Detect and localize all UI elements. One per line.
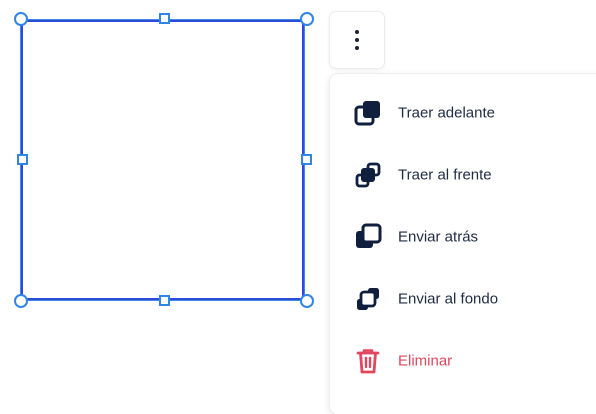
- resize-handle-top-left[interactable]: [14, 12, 28, 26]
- kebab-vertical-icon: [355, 30, 359, 50]
- menu-item-bring-forward[interactable]: Traer adelante: [330, 90, 596, 136]
- bring-forward-icon: [354, 101, 380, 126]
- menu-item-send-backward[interactable]: Enviar atrás: [330, 214, 596, 260]
- trash-icon: [356, 349, 380, 374]
- editor-canvas[interactable]: Traer adelante Traer al frente Enviar at…: [0, 0, 596, 414]
- menu-item-send-to-back[interactable]: Enviar al fondo: [330, 276, 596, 322]
- more-options-button[interactable]: [330, 12, 384, 68]
- menu-item-label: Enviar atrás: [398, 228, 479, 246]
- send-to-back-icon: [357, 288, 379, 310]
- send-backward-icon: [356, 223, 382, 248]
- menu-item-bring-to-front[interactable]: Traer al frente: [330, 152, 596, 198]
- resize-handle-bottom-right[interactable]: [300, 294, 314, 308]
- resize-handle-left[interactable]: [17, 154, 28, 165]
- resize-handle-top-right[interactable]: [300, 12, 314, 26]
- menu-item-delete[interactable]: Eliminar: [330, 338, 596, 384]
- menu-item-label: Traer adelante: [398, 104, 496, 122]
- menu-item-label: Eliminar: [398, 352, 453, 370]
- resize-handle-right[interactable]: [301, 154, 312, 165]
- bring-to-front-icon: [355, 162, 381, 188]
- resize-handle-bottom[interactable]: [159, 295, 170, 306]
- resize-handle-top[interactable]: [159, 13, 170, 24]
- menu-item-label: Enviar al fondo: [398, 290, 499, 308]
- layer-options-menu: Traer adelante Traer al frente Enviar at…: [330, 74, 596, 414]
- menu-item-label: Traer al frente: [398, 166, 492, 184]
- selected-rectangle[interactable]: [20, 19, 305, 301]
- resize-handle-bottom-left[interactable]: [14, 294, 28, 308]
